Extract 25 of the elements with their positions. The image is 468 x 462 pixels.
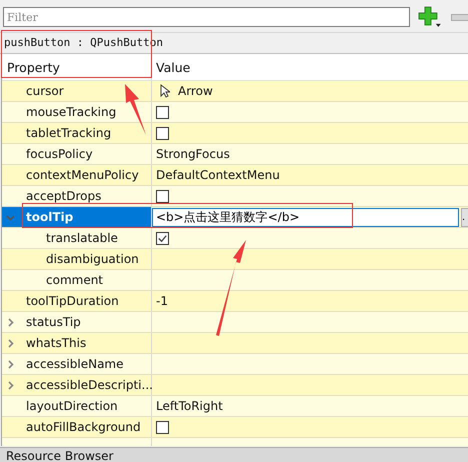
property-value: Arrow <box>178 84 213 98</box>
column-header[interactable]: Value <box>152 54 468 80</box>
cursor-arrow-icon <box>160 84 170 98</box>
remove-icon[interactable] <box>451 14 468 20</box>
property-name[interactable]: layoutDirection <box>2 396 152 416</box>
property-name[interactable]: focusPolicy <box>2 144 152 164</box>
property-name[interactable]: toolTipDuration <box>2 291 152 311</box>
panel-title[interactable]: Resource Browser <box>0 447 468 462</box>
pointer-arrow <box>125 84 146 135</box>
property-value: -1 <box>156 294 168 308</box>
property-name[interactable]: contextMenuPolicy <box>2 165 152 185</box>
checkbox[interactable] <box>156 232 169 244</box>
column-header[interactable]: Property <box>2 54 152 80</box>
checkbox[interactable] <box>156 106 169 118</box>
property-value: DefaultContextMenu <box>156 168 280 182</box>
add-icon[interactable] <box>418 6 442 28</box>
checkbox[interactable] <box>156 126 169 140</box>
more-button[interactable]: . <box>461 208 468 226</box>
tooltip-field[interactable]: <b>点击这里猜数字</b> <box>152 208 459 226</box>
property-name[interactable]: toolTip <box>2 207 152 227</box>
filter-field[interactable]: Filter <box>3 7 410 27</box>
checkbox[interactable] <box>156 190 169 202</box>
checkbox[interactable] <box>156 420 169 434</box>
property-value: StrongFocus <box>156 147 230 161</box>
property-value: LeftToRight <box>156 399 223 413</box>
